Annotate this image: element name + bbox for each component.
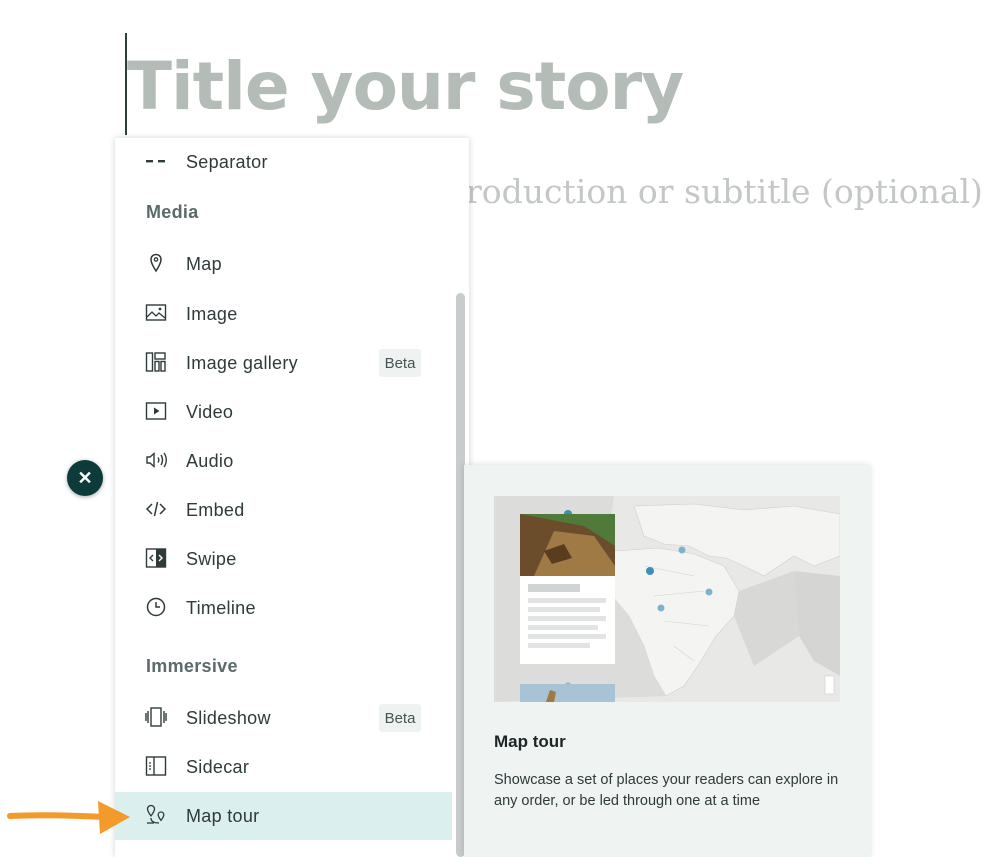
menu-item-label: Image gallery [186, 352, 298, 373]
menu-item-label: Audio [186, 450, 234, 471]
video-icon [145, 400, 167, 422]
menu-item-slideshow[interactable]: Slideshow Beta [115, 694, 452, 742]
map-pin-icon [145, 252, 167, 274]
preview-description: Showcase a set of places your readers ca… [494, 772, 839, 809]
sidecar-icon [145, 755, 167, 777]
menu-item-sidecar[interactable]: Sidecar [115, 743, 452, 791]
close-icon: ✕ [77, 467, 93, 488]
timeline-icon [145, 596, 167, 618]
menu-item-image[interactable]: Image [115, 290, 452, 338]
preview-title: Map tour [494, 732, 566, 751]
story-title-placeholder[interactable]: Title your story [127, 48, 684, 125]
section-heading-media: Media [146, 202, 199, 222]
menu-item-video[interactable]: Video [115, 388, 452, 436]
menu-item-separator[interactable]: Separator [115, 138, 452, 186]
menu-item-label: Map tour [186, 805, 260, 826]
slideshow-icon [145, 706, 167, 728]
menu-item-label: Map [186, 253, 222, 274]
story-subtitle-placeholder[interactable]: roduction or subtitle (optional) [466, 172, 983, 211]
block-insert-menu: Separator Media Map Image Image gallery … [115, 138, 469, 857]
menu-item-image-gallery[interactable]: Image gallery Beta [115, 339, 452, 387]
gallery-icon [145, 351, 167, 373]
menu-item-label: Timeline [186, 597, 256, 618]
audio-icon [145, 449, 167, 471]
close-button[interactable]: ✕ [67, 460, 103, 496]
menu-item-label: Separator [186, 151, 268, 172]
map-tour-preview-image [494, 496, 840, 702]
swipe-icon [145, 547, 167, 569]
menu-item-label: Slideshow [186, 707, 271, 728]
menu-item-map[interactable]: Map [115, 240, 452, 288]
block-preview-panel: Map tour Showcase a set of places your r… [464, 465, 870, 857]
menu-item-label: Video [186, 401, 234, 422]
beta-badge: Beta [379, 349, 421, 377]
map-tour-icon [145, 804, 167, 826]
separator-icon [145, 150, 167, 172]
section-heading-immersive: Immersive [146, 656, 238, 676]
menu-item-label: Image [186, 303, 238, 324]
embed-icon [145, 498, 167, 520]
menu-item-embed[interactable]: Embed [115, 486, 452, 534]
menu-item-label: Swipe [186, 548, 237, 569]
image-icon [145, 302, 167, 324]
menu-item-timeline[interactable]: Timeline [115, 584, 452, 632]
orange-arrow-annotation [7, 801, 130, 834]
menu-item-label: Embed [186, 499, 245, 520]
menu-item-label: Sidecar [186, 756, 250, 777]
menu-item-audio[interactable]: Audio [115, 437, 452, 485]
menu-item-map-tour[interactable]: Map tour [115, 792, 452, 840]
beta-badge: Beta [379, 704, 421, 732]
menu-item-swipe[interactable]: Swipe [115, 535, 452, 583]
